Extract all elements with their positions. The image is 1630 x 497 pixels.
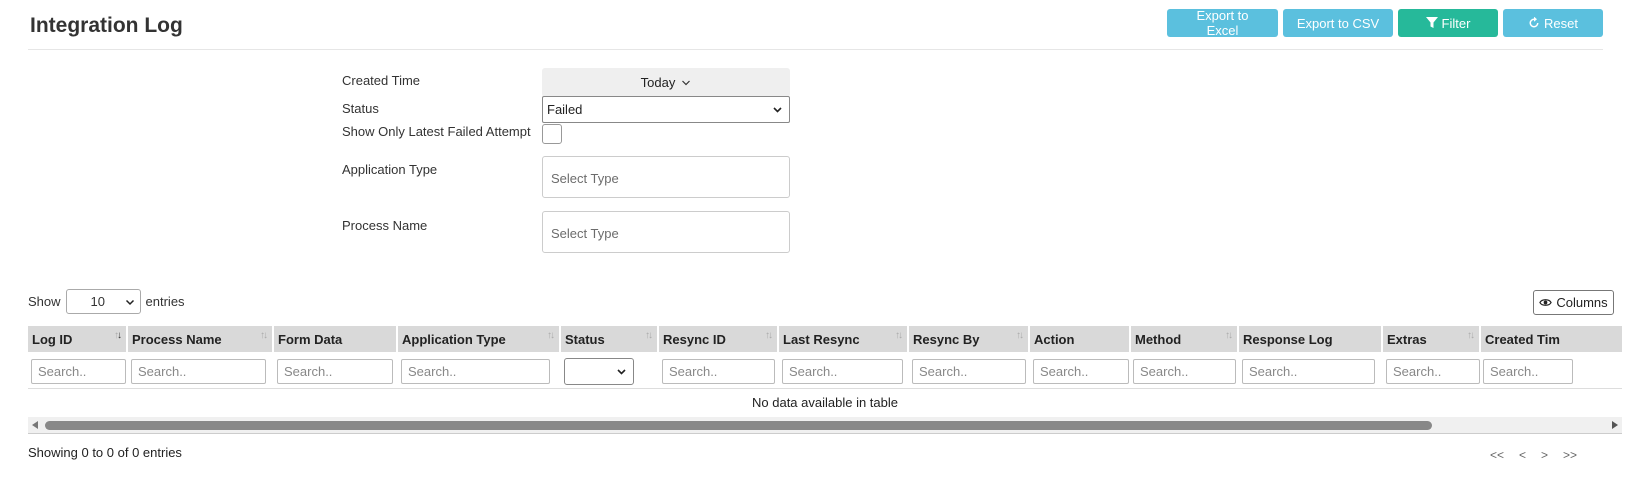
column-search-input[interactable]: Search.. (1033, 359, 1129, 384)
entries-label: entries (145, 294, 185, 309)
filter-button-label: Filter (1441, 15, 1471, 31)
horizontal-scrollbar[interactable] (28, 417, 1622, 433)
sort-icon: ↑↓ (895, 330, 903, 341)
column-header[interactable]: Action (1030, 326, 1131, 352)
export-excel-button[interactable]: Export to Excel (1167, 8, 1278, 38)
column-search-input[interactable]: Search.. (662, 359, 775, 384)
eye-icon (1539, 299, 1553, 306)
column-header[interactable]: Status ↑↓ (561, 326, 659, 352)
latest-failed-label: Show Only Latest Failed Attempt (342, 124, 531, 139)
chevron-down-icon (617, 369, 626, 375)
column-search-input[interactable]: Search.. (1133, 359, 1236, 384)
chevron-down-icon (125, 299, 134, 305)
page-length-value: 10 (90, 294, 105, 309)
column-header[interactable]: Last Resync ↑↓ (779, 326, 909, 352)
previous-page-button[interactable]: < (1519, 448, 1526, 462)
sort-icon: ↑↓ (547, 330, 555, 341)
pagination: << < > >> (1490, 448, 1577, 462)
page-length-select[interactable]: 10 (65, 289, 141, 314)
column-header[interactable]: Process Name ↑↓ (128, 326, 274, 352)
first-page-button[interactable]: << (1490, 448, 1504, 462)
sort-icon: ↑↓ (1225, 330, 1233, 341)
application-type-input[interactable]: Select Type (542, 156, 790, 198)
row-divider (28, 388, 1622, 389)
application-type-placeholder: Select Type (542, 156, 790, 198)
filter-button[interactable]: Filter (1398, 9, 1498, 37)
column-header[interactable]: Response Log (1239, 326, 1383, 352)
column-header[interactable]: Extras ↑↓ (1383, 326, 1481, 352)
status-label: Status (342, 101, 379, 116)
sort-icon: ↑↓ (765, 330, 773, 341)
page-title: Integration Log (30, 14, 183, 37)
columns-button[interactable]: Columns (1533, 290, 1614, 315)
column-header[interactable]: Resync ID ↑↓ (659, 326, 779, 352)
created-time-label: Created Time (342, 73, 421, 88)
column-header[interactable]: Resync By ↑↓ (909, 326, 1030, 352)
sort-icon: ↑↓ (1016, 330, 1024, 341)
column-header[interactable]: Method ↑↓ (1131, 326, 1239, 352)
column-header[interactable]: Form Data (274, 326, 398, 352)
created-time-value: Today (640, 75, 676, 90)
scrollbar-thumb[interactable] (45, 421, 1432, 430)
column-search-input[interactable]: Search.. (31, 359, 126, 384)
empty-table-message: No data available in table (752, 394, 898, 410)
scroll-left-icon[interactable] (32, 421, 38, 429)
column-search-input[interactable]: Search.. (277, 359, 393, 384)
sort-icon: ↑↓ (1467, 330, 1475, 341)
chevron-down-icon (682, 80, 691, 85)
last-page-button[interactable]: >> (1563, 448, 1577, 462)
latest-failed-checkbox[interactable] (542, 124, 562, 144)
status-column-select[interactable] (564, 358, 634, 385)
column-search-input[interactable]: Search.. (1386, 359, 1480, 384)
process-name-placeholder: Select Type (542, 211, 790, 253)
column-header[interactable]: Application Type ↑↓ (398, 326, 561, 352)
sort-icon: ↑↓ (260, 330, 268, 341)
column-search-input[interactable]: Search.. (782, 359, 903, 384)
column-search-input[interactable]: Search.. (912, 359, 1026, 384)
status-select[interactable]: Failed (542, 96, 790, 123)
show-label: Show (28, 294, 61, 309)
chevron-down-icon (773, 107, 782, 113)
top-actions: Export to Excel Export to CSV Filter Res… (1167, 8, 1603, 38)
column-search-input[interactable]: Search.. (131, 359, 266, 384)
sort-icon: ↑↓ (114, 330, 122, 341)
table-header: Log ID ↑↓ Process Name ↑↓ Form Data Applic… (28, 326, 1622, 352)
page-length-control: Show 10 entries (28, 289, 185, 314)
process-name-input[interactable]: Select Type (542, 211, 790, 253)
scroll-right-icon[interactable] (1612, 421, 1618, 429)
created-time-picker[interactable]: Today (542, 68, 790, 97)
column-search-input[interactable]: Search.. (1483, 359, 1573, 384)
columns-button-label: Columns (1556, 295, 1608, 310)
sort-icon: ↑↓ (645, 330, 653, 341)
column-search-row: Search.. Search.. Search.. Search.. Sear… (28, 356, 1622, 386)
funnel-icon (1425, 17, 1438, 28)
title-divider (28, 49, 1603, 50)
column-header[interactable]: Created Tim (1481, 326, 1622, 352)
reset-button-label: Reset (1544, 15, 1578, 31)
next-page-button[interactable]: > (1541, 448, 1548, 462)
refresh-icon (1529, 17, 1539, 28)
table-info: Showing 0 to 0 of 0 entries (28, 445, 182, 460)
application-type-label: Application Type (342, 162, 438, 177)
reset-button[interactable]: Reset (1503, 9, 1603, 37)
column-header[interactable]: Log ID ↑↓ (28, 326, 128, 352)
column-search-input[interactable]: Search.. (401, 359, 550, 384)
column-search-input[interactable]: Search.. (1242, 359, 1375, 384)
export-csv-button[interactable]: Export to CSV (1283, 9, 1393, 37)
process-name-label: Process Name (342, 218, 428, 233)
status-select-value: Failed (547, 102, 583, 117)
